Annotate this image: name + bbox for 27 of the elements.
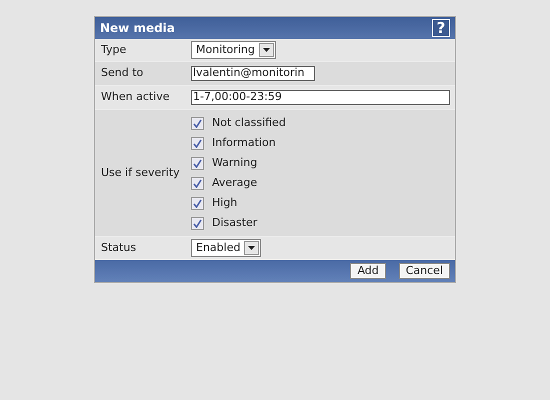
dialog-button[interactable]: Cancel [398, 263, 450, 279]
field-label: Status [100, 240, 138, 256]
dialog-title: New media [100, 20, 175, 37]
input-field[interactable]: lvalentin@monitorin [191, 66, 315, 81]
caret-icon [258, 43, 274, 57]
field-label: Send to [100, 65, 144, 82]
dialog-button[interactable]: Add [350, 263, 386, 279]
checkbox-label: Information [212, 134, 276, 151]
dropdown[interactable]: Monitoring [191, 41, 276, 59]
checkbox[interactable] [191, 196, 204, 210]
checkbox-label: High [212, 194, 238, 211]
checkbox[interactable] [191, 176, 204, 190]
checkbox[interactable] [191, 216, 204, 230]
dropdown[interactable]: Enabled [191, 239, 262, 257]
checkbox[interactable] [191, 156, 204, 170]
field-label: Use if severity [100, 164, 181, 181]
field-label: Type [100, 42, 128, 58]
checkbox-label: Disaster [212, 214, 258, 231]
checkbox-label: Not classified [212, 114, 286, 131]
checkbox[interactable] [191, 136, 204, 150]
checkbox[interactable] [191, 116, 204, 130]
field-label: When active [100, 89, 171, 106]
help-button[interactable]: ? [432, 19, 450, 37]
checkbox-label: Warning [212, 154, 258, 171]
caret-icon [244, 241, 260, 255]
checkbox-label: Average [212, 174, 258, 191]
input-field[interactable]: 1-7,00:00-23:59 [191, 90, 450, 105]
